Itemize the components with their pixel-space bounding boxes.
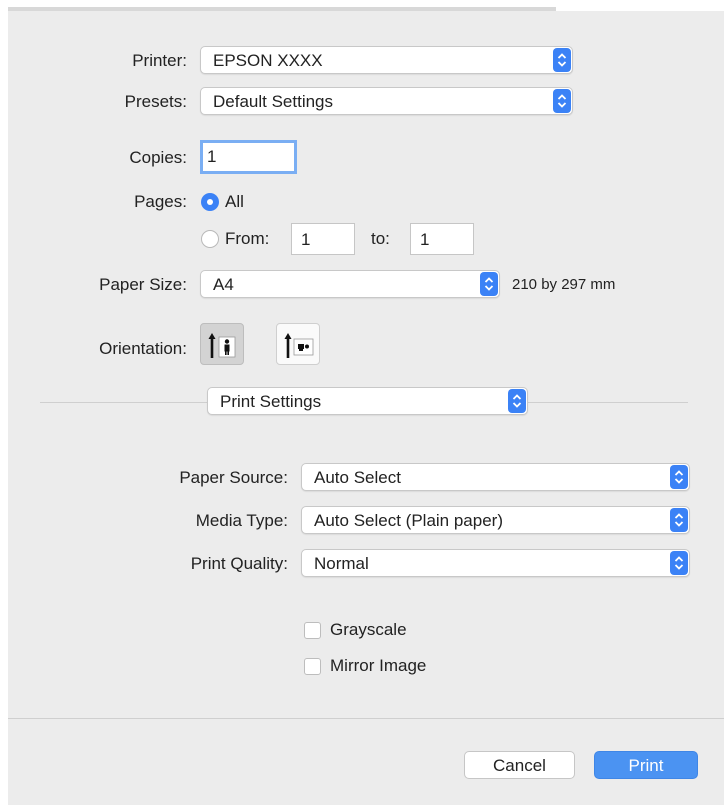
- presets-value: Default Settings: [213, 92, 334, 111]
- pages-from-label: From:: [225, 229, 270, 248]
- updown-arrows-icon: [480, 272, 498, 296]
- paper-size-dimensions: 210 by 297 mm: [512, 276, 616, 293]
- grayscale-checkbox[interactable]: [304, 622, 321, 639]
- portrait-orientation-icon: [208, 333, 236, 358]
- orientation-landscape-button[interactable]: [276, 323, 320, 365]
- presets-label: Presets:: [124, 92, 187, 111]
- copies-value: 1: [207, 147, 217, 166]
- section-separator-right: [528, 402, 688, 403]
- grayscale-label: Grayscale: [330, 620, 407, 639]
- pages-from-field[interactable]: 1: [291, 223, 355, 255]
- print-quality-popup[interactable]: Normal: [301, 549, 690, 577]
- section-separator-left: [40, 402, 208, 403]
- pages-from-radio[interactable]: [201, 230, 219, 248]
- pages-all-label: All: [225, 192, 244, 211]
- pages-from-value: 1: [301, 230, 311, 249]
- pages-to-label: to:: [371, 229, 390, 248]
- orientation-portrait-button[interactable]: [200, 323, 244, 365]
- updown-arrows-icon: [670, 551, 688, 575]
- media-type-popup[interactable]: Auto Select (Plain paper): [301, 506, 690, 534]
- updown-arrows-icon: [553, 48, 571, 72]
- paper-source-value: Auto Select: [314, 468, 401, 487]
- paper-size-popup[interactable]: A4: [200, 270, 500, 298]
- paper-size-value: A4: [213, 275, 234, 294]
- pages-to-value: 1: [420, 230, 430, 249]
- updown-arrows-icon: [508, 389, 526, 413]
- mirror-image-checkbox[interactable]: [304, 658, 321, 675]
- updown-arrows-icon: [670, 465, 688, 489]
- orientation-label: Orientation:: [99, 339, 187, 358]
- pages-all-radio[interactable]: [201, 193, 219, 211]
- print-quality-label: Print Quality:: [190, 554, 288, 573]
- media-type-value: Auto Select (Plain paper): [314, 511, 503, 530]
- mirror-image-label: Mirror Image: [330, 656, 427, 675]
- pages-label: Pages:: [134, 192, 187, 211]
- media-type-label: Media Type:: [195, 511, 288, 530]
- updown-arrows-icon: [670, 508, 688, 532]
- landscape-orientation-icon: [284, 333, 314, 358]
- presets-popup[interactable]: Default Settings: [200, 87, 573, 115]
- printer-popup[interactable]: EPSON XXXX: [200, 46, 573, 74]
- bottom-separator: [8, 718, 724, 719]
- updown-arrows-icon: [553, 89, 571, 113]
- paper-source-label: Paper Source:: [179, 468, 288, 487]
- copies-field[interactable]: 1: [200, 140, 297, 174]
- copies-label: Copies:: [129, 148, 187, 167]
- cancel-button[interactable]: Cancel: [464, 751, 575, 779]
- printer-value: EPSON XXXX: [213, 51, 323, 70]
- section-popup-value: Print Settings: [220, 392, 322, 411]
- pages-to-field[interactable]: 1: [410, 223, 474, 255]
- print-button[interactable]: Print: [594, 751, 698, 779]
- printer-label: Printer:: [132, 51, 187, 70]
- print-settings-section-popup[interactable]: Print Settings: [207, 387, 528, 415]
- print-quality-value: Normal: [314, 554, 369, 573]
- paper-size-label: Paper Size:: [99, 275, 187, 294]
- paper-source-popup[interactable]: Auto Select: [301, 463, 690, 491]
